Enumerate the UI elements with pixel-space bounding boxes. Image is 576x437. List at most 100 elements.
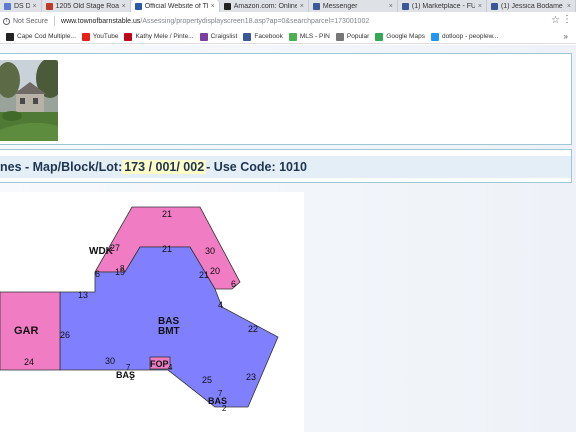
bookmark-label: Google Maps [386, 33, 425, 40]
tab-label: DS DIR [14, 2, 30, 10]
dim-label: 30 [105, 356, 115, 366]
tab-close-icon[interactable]: × [33, 3, 37, 10]
tab-4[interactable]: Messenger × [309, 0, 398, 12]
dim-label: 4 [168, 363, 173, 372]
bookmark-star-icon[interactable]: ☆ [551, 15, 560, 26]
security-label: Not Secure [13, 17, 49, 25]
dim-label: 21 [162, 209, 172, 219]
divider [54, 16, 56, 26]
bookmark-item[interactable]: Kathy Mele / Pinte... [124, 32, 194, 41]
header-suffix: - Use Code: 1010 [206, 160, 307, 174]
tab-6[interactable]: (1) Jessica Bodame × [487, 0, 576, 12]
info-icon: i [3, 17, 10, 25]
bookmark-label: dotloop - peoplew... [441, 33, 499, 40]
tab-favicon-icon [490, 2, 498, 10]
tab-label: (1) Marketplace - FULL [411, 2, 475, 10]
building-sketch: GAR BAS BMT WDK FOP BAS BAS 21 21 27 30 … [0, 192, 304, 432]
dim-label: 20 [210, 266, 220, 276]
bookmarks-bar: Cape Cod Multiple... YouTube Kathy Mele / … [0, 30, 576, 44]
tab-favicon-icon [4, 2, 11, 10]
bookmark-item[interactable]: Google Maps [375, 32, 425, 41]
dim-label: 7 [218, 389, 223, 398]
dim-label: 22 [248, 324, 258, 334]
url-text[interactable]: www.townofbarnstable.us/Assessing/proper… [61, 18, 369, 25]
bookmark-favicon-icon [375, 32, 384, 41]
dim-label: 7 [126, 363, 131, 372]
bookmark-label: YouTube [92, 33, 119, 40]
dim-label: 27 [110, 243, 120, 253]
dim-label: 26 [60, 330, 70, 340]
dim-label: 6 [95, 269, 100, 279]
page-content: nes - Map/Block/Lot: 173 / 001/ 002 - Us… [0, 45, 576, 432]
tab-1[interactable]: 1205 Old Stage Road, × [42, 0, 131, 12]
url-path: /Assessing/propertydisplayscreen18.asp?a… [140, 17, 370, 25]
bookmark-item[interactable]: MLS - PIN [288, 32, 330, 41]
header-panel: nes - Map/Block/Lot: 173 / 001/ 002 - Us… [0, 149, 572, 183]
tab-close-icon[interactable]: × [389, 3, 393, 10]
bookmark-favicon-icon [243, 32, 252, 41]
bookmark-item[interactable]: Facebook [243, 32, 283, 41]
tab-favicon-icon [401, 2, 409, 10]
tab-favicon-icon [134, 2, 142, 10]
lot-number: 173 / 001/ 002 [122, 160, 207, 174]
tab-label: Messenger [322, 2, 358, 10]
tab-close-icon[interactable]: × [567, 3, 571, 10]
tab-bar: DS DIR×1205 Old Stage Road,×Official Web… [0, 0, 576, 12]
bookmark-item[interactable]: dotloop - peoplew... [430, 32, 499, 41]
map-block-lot-header: nes - Map/Block/Lot: 173 / 001/ 002 - Us… [0, 156, 571, 178]
bookmark-label: Cape Cod Multiple... [17, 33, 76, 40]
label-gar: GAR [14, 325, 39, 337]
bookmark-favicon-icon [288, 32, 297, 41]
tab-label: (1) Jessica Bodame [500, 2, 563, 10]
bookmark-favicon-icon [335, 32, 344, 41]
dim-label: 21 [162, 244, 172, 254]
dim-label: 23 [246, 372, 256, 382]
url-domain: www.townofbarnstable.us [61, 17, 141, 25]
bookmark-label: Popular [346, 33, 370, 40]
menu-icon[interactable]: ⋮ [562, 14, 572, 25]
tab-3[interactable]: Amazon.com: Online S× [220, 0, 309, 12]
security-indicator[interactable]: i Not Secure [3, 17, 49, 25]
photo-panel [0, 53, 572, 145]
tab-label: Amazon.com: Online S [233, 2, 297, 10]
bookmark-label: MLS - PIN [299, 33, 330, 40]
tab-favicon-icon [223, 2, 231, 10]
bookmark-label: Craigslist [210, 33, 238, 40]
bookmark-item[interactable]: Popular [335, 32, 370, 41]
dim-label: 8 [120, 264, 125, 273]
address-bar[interactable]: i Not Secure www.townofbarnstable.us/Ass… [0, 12, 576, 30]
label-bmt: BMT [158, 326, 180, 337]
bookmarks-more-icon[interactable]: » [564, 32, 568, 41]
bookmark-item[interactable]: Cape Cod Multiple... [6, 32, 76, 41]
dim-label: 30 [205, 246, 215, 256]
bookmark-item[interactable]: Craigslist [199, 32, 238, 41]
bookmark-favicon-icon [430, 32, 439, 41]
tab-close-icon[interactable]: × [122, 3, 126, 10]
tab-close-icon[interactable]: × [211, 3, 215, 10]
tab-label: Official Website of Th [144, 2, 208, 10]
bookmark-favicon-icon [199, 32, 208, 41]
dim-label: 21 [199, 270, 209, 280]
bookmark-label: Kathy Mele / Pinte... [135, 33, 194, 40]
tab-0[interactable]: DS DIR× [0, 0, 42, 12]
tab-favicon-icon [312, 2, 320, 10]
bookmark-item[interactable]: YouTube [81, 32, 119, 41]
property-photo[interactable] [0, 60, 58, 141]
tab-label: 1205 Old Stage Road, [55, 2, 119, 10]
dim-label: 13 [78, 290, 88, 300]
dim-label: 4 [218, 300, 223, 310]
label-fop: FOP [150, 359, 169, 369]
tab-close-icon[interactable]: × [300, 3, 304, 10]
tab-5[interactable]: (1) Marketplace - FULL× [398, 0, 487, 12]
dim-label: 6 [231, 279, 236, 289]
bookmark-favicon-icon [81, 32, 90, 41]
dim-label: 24 [24, 357, 34, 367]
sketch-svg: GAR BAS BMT WDK FOP BAS BAS 21 21 27 30 … [0, 206, 279, 413]
tab-favicon-icon [45, 2, 53, 10]
tab-close-icon[interactable]: × [478, 3, 482, 10]
tab-2[interactable]: Official Website of Th × [130, 0, 220, 12]
dim-label: 2 [222, 404, 227, 413]
header-prefix: nes - Map/Block/Lot: [0, 160, 123, 174]
bookmark-favicon-icon [124, 32, 133, 41]
bookmark-label: Facebook [254, 33, 283, 40]
